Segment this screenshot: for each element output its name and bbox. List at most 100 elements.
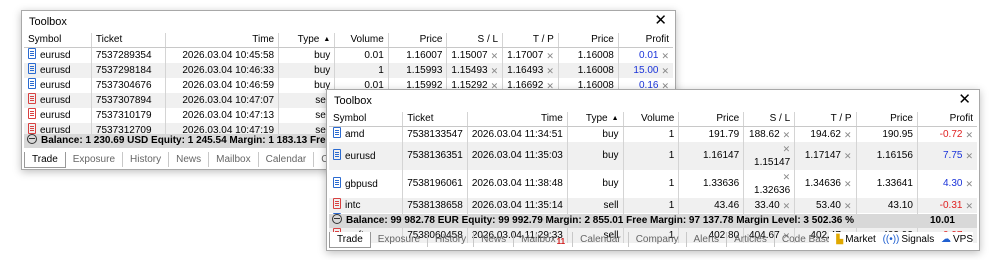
tp-value: 1.16493 (507, 64, 544, 76)
symbol-type-icon (333, 198, 341, 209)
column-header[interactable]: Volume (334, 33, 389, 48)
remove-sl-icon[interactable]: ✕ (491, 49, 499, 63)
time-cell: 2026.03.04 10:47:07 (165, 93, 279, 108)
column-header[interactable]: Price (855, 112, 918, 127)
tp-cell[interactable]: ✕ 1.34636 (794, 170, 857, 198)
tp-cell[interactable]: ✕ 1.17147 (794, 142, 857, 170)
table-row[interactable]: intc 7538138658 2026.03.04 11:35:14 sell 1 43… (329, 198, 977, 213)
tab-news[interactable]: News (169, 152, 210, 167)
remove-tp-icon[interactable]: ✕ (546, 49, 554, 63)
sl-cell[interactable]: ✕ 1.32636 (743, 170, 795, 198)
market-bag-icon: ▙ (836, 234, 844, 244)
close-position-icon[interactable]: ✕ (965, 149, 973, 163)
remove-tp-icon[interactable]: ✕ (844, 199, 852, 213)
tab-calendar[interactable]: Calendar (573, 232, 629, 247)
column-header[interactable]: Ticket (402, 112, 468, 127)
column-header[interactable]: Price (557, 33, 619, 48)
tab-mailbox[interactable]: Mailbox11 (514, 232, 574, 247)
tab-history[interactable]: History (123, 152, 170, 167)
symbol-cell: eurusd (24, 78, 91, 93)
vps-link[interactable]: ☁ VPS (941, 232, 973, 247)
tab-label: Exposure (72, 154, 116, 165)
column-header[interactable]: Price (678, 112, 744, 127)
close-position-icon[interactable]: ✕ (661, 64, 669, 78)
column-header[interactable]: Profit (916, 112, 977, 127)
tab-news[interactable]: News (474, 232, 515, 247)
column-header[interactable]: Volume (622, 112, 679, 127)
symbol-type-icon (28, 63, 36, 74)
table-row[interactable]: gbpusd 7538196061 2026.03.04 11:38:48 buy 1 1… (329, 170, 977, 198)
column-header-label: Price (419, 34, 443, 45)
close-position-icon[interactable]: ✕ (661, 49, 669, 63)
market-link[interactable]: ▙ Market (836, 232, 875, 247)
tab-trade[interactable]: Trade (329, 232, 371, 248)
symbol-label: intc (345, 200, 361, 211)
remove-sl-icon[interactable]: ✕ (783, 170, 791, 184)
sl-cell[interactable]: ✕ 1.15147 (743, 142, 795, 170)
tab-articles[interactable]: Articles (727, 232, 775, 247)
symbol-label: eurusd (40, 65, 71, 76)
remove-sl-icon[interactable]: ✕ (783, 128, 791, 142)
symbol-type-icon (28, 78, 36, 89)
close-position-icon[interactable]: ✕ (965, 199, 973, 213)
market-label: Market (845, 234, 876, 245)
tp-cell[interactable]: ✕ 53.40 (794, 198, 857, 213)
tab-history[interactable]: History (428, 232, 475, 247)
current-price-cell: 1.16156 (855, 142, 918, 170)
remove-tp-icon[interactable]: ✕ (844, 149, 852, 163)
column-header[interactable]: Type ▲ (566, 112, 624, 127)
remove-tp-icon[interactable]: ✕ (546, 64, 554, 78)
remove-sl-icon[interactable]: ✕ (783, 199, 791, 213)
remove-tp-icon[interactable]: ✕ (844, 128, 852, 142)
column-header[interactable]: Profit (617, 33, 673, 48)
close-icon[interactable]: ✕ (654, 13, 667, 29)
tab-calendar[interactable]: Calendar (259, 152, 315, 167)
tab-trade[interactable]: Trade (24, 152, 66, 168)
tab-company[interactable]: Company (629, 232, 687, 247)
column-header[interactable]: T / P (502, 33, 559, 48)
tab-exposure[interactable]: Exposure (66, 152, 124, 167)
tab-alerts[interactable]: Alerts (687, 232, 728, 247)
column-header[interactable]: Time (165, 33, 279, 48)
sl-cell[interactable]: ✕ 33.40 (743, 198, 795, 213)
remove-sl-icon[interactable]: ✕ (491, 64, 499, 78)
remove-sl-icon[interactable]: ✕ (783, 142, 791, 156)
profit-cell: ✕ 4.30 (916, 170, 977, 198)
tab-label: Mailbox (216, 154, 251, 165)
tab-label: Alerts (693, 234, 720, 245)
close-position-icon[interactable]: ✕ (965, 177, 973, 191)
title-bar[interactable]: Toolbox ✕ (22, 11, 675, 33)
close-icon[interactable]: ✕ (958, 92, 971, 108)
tab-exposure[interactable]: Exposure (371, 232, 429, 247)
column-header[interactable]: Symbol (329, 112, 403, 127)
tp-cell[interactable]: ✕ 1.17007 (502, 47, 559, 63)
symbol-label: gbpusd (345, 178, 378, 190)
column-header-label: T / P (532, 34, 554, 45)
signals-link[interactable]: ((•)) Signals (883, 232, 935, 247)
column-header[interactable]: S / L (743, 112, 795, 127)
close-position-icon[interactable]: ✕ (965, 128, 973, 142)
column-header[interactable]: Time (466, 112, 568, 127)
tp-cell[interactable]: ✕ 194.62 (794, 126, 857, 142)
sl-cell[interactable]: ✕ 1.15007 (446, 47, 503, 63)
column-header[interactable]: T / P (794, 112, 857, 127)
table-header-row: Symbol Ticket Time Type ▲ Volume Price S / LT /… (24, 33, 673, 48)
remove-tp-icon[interactable]: ✕ (844, 177, 852, 191)
table-row[interactable]: eurusd 7538136351 2026.03.04 11:35:03 buy 1 1… (329, 142, 977, 170)
column-header[interactable]: Type ▲ (278, 33, 335, 48)
column-header[interactable]: Price (387, 33, 447, 48)
sl-cell[interactable]: ✕ 1.15493 (446, 63, 503, 78)
title-bar[interactable]: Toolbox ✕ (327, 90, 979, 112)
table-row[interactable]: eurusd 7537298184 2026.03.04 10:46:33 buy 1 1… (24, 63, 673, 78)
time-cell: 2026.03.04 11:35:03 (466, 142, 568, 170)
table-row[interactable]: amd 7538133547 2026.03.04 11:34:51 buy 1 191.… (329, 126, 977, 142)
column-header[interactable]: Ticket (90, 33, 166, 48)
table-row[interactable]: eurusd 7537289354 2026.03.04 10:45:58 buy 0.… (24, 47, 673, 63)
tab-mailbox[interactable]: Mailbox (209, 152, 259, 167)
column-header-label: Volume (350, 34, 384, 45)
column-header[interactable]: Symbol (24, 33, 92, 48)
tp-cell[interactable]: ✕ 1.16493 (502, 63, 559, 78)
column-header[interactable]: S / L (446, 33, 503, 48)
ticket-cell: 7538196061 (402, 170, 468, 198)
sl-cell[interactable]: ✕ 188.62 (743, 126, 795, 142)
